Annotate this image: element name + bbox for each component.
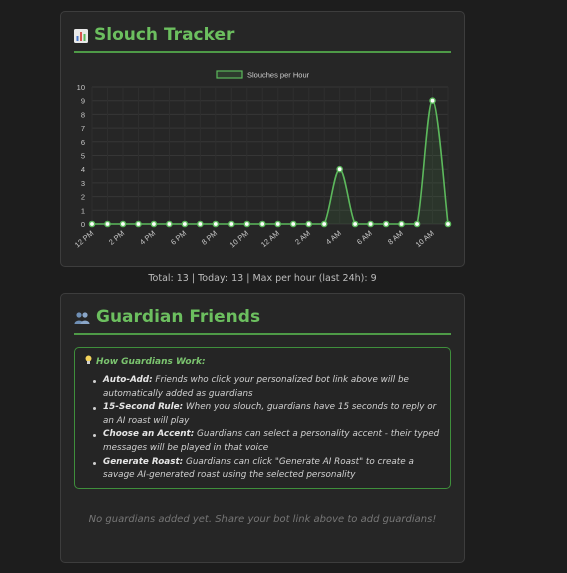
stats-total: Total: 13 (148, 273, 189, 284)
how-guardians-work-box: How Guardians Work: Auto-Add: Friends wh… (74, 347, 451, 489)
list-item: 15-Second Rule: When you slouch, guardia… (93, 401, 440, 428)
x-tick-label: 6 AM (355, 229, 374, 247)
data-point (119, 220, 127, 228)
y-tick-label: 1 (81, 206, 85, 215)
lightbulb-icon (85, 355, 92, 368)
data-point (212, 220, 220, 228)
series-area (92, 100, 448, 224)
data-point (197, 220, 204, 228)
info-title: How Guardians Work: (85, 355, 440, 368)
x-tick-label: 4 AM (324, 229, 343, 247)
slouch-tracker-card: Slouch Tracker 0 1 2 3 4 5 6 7 8 9 10 12 PM 2 PM 4 PM… (60, 11, 465, 284)
data-point (166, 220, 173, 228)
x-tick-label: 6 PM (169, 229, 188, 247)
title-divider (74, 333, 451, 335)
y-tick-label: 3 (81, 179, 85, 188)
x-tick-label: 12 PM (73, 229, 95, 250)
data-point (336, 165, 343, 173)
list-item: Generate Roast: Guardians can click "Gen… (93, 456, 440, 483)
y-tick-label: 9 (81, 97, 85, 106)
rule-label: Generate Roast: (103, 456, 184, 467)
guardian-friends-title: Guardian Friends (96, 307, 261, 327)
guardian-friends-card: Guardian Friends How Guardians Work: Aut… (60, 293, 465, 563)
data-point (150, 220, 158, 228)
data-point (320, 220, 328, 228)
stats-max: Max per hour (last 24h): 9 (252, 273, 377, 284)
x-tick-label: 10 PM (228, 229, 250, 250)
data-point (289, 220, 297, 228)
y-tick-label: 4 (81, 165, 85, 174)
rule-label: 15-Second Rule: (103, 402, 184, 413)
x-tick-label: 8 AM (386, 229, 405, 247)
no-guardians-message: No guardians added yet. Share your bot l… (88, 514, 437, 525)
guardian-rules-list: Auto-Add: Friends who click your persona… (85, 374, 440, 483)
data-point (429, 97, 436, 104)
data-point (367, 220, 374, 228)
data-point (274, 220, 282, 228)
y-tick-label: 7 (81, 124, 85, 133)
y-tick-label: 2 (81, 193, 85, 202)
x-tick-label: 12 AM (259, 229, 281, 250)
guardian-friends-heading: Guardian Friends (74, 307, 260, 327)
series-line (92, 99, 449, 225)
data-point (88, 220, 96, 228)
data-point (258, 220, 266, 228)
data-point (398, 220, 405, 228)
y-tick-label: 8 (81, 110, 85, 119)
data-point (305, 220, 312, 228)
data-point (351, 220, 359, 228)
y-tick-label: 5 (81, 152, 85, 161)
x-tick-label: 10 AM (414, 229, 436, 250)
list-item: Choose an Accent: Guardians can select a… (93, 428, 440, 455)
x-tick-label: 8 PM (200, 229, 219, 247)
y-tick-label: 10 (77, 83, 85, 92)
data-point (382, 220, 390, 228)
legend-swatch (216, 70, 243, 79)
data-point (135, 220, 142, 228)
data-point (104, 220, 111, 228)
list-item: Auto-Add: Friends who click your persona… (93, 374, 440, 401)
stats-today: Today: 13 (198, 273, 244, 284)
data-point (181, 220, 189, 228)
y-tick-label: 0 (81, 220, 85, 229)
people-icon (74, 310, 90, 324)
rule-label: Auto-Add: (103, 375, 153, 385)
stats-separator: | (188, 273, 199, 284)
x-tick-label: 4 PM (138, 229, 157, 247)
legend-label: Slouches per Hour (247, 71, 310, 80)
slouch-chart: 0 1 2 3 4 5 6 7 8 9 10 12 PM 2 PM 4 PM 6 PM 8 PM 10 PM 12… (73, 70, 452, 250)
y-tick-label: 6 (81, 138, 85, 147)
x-tick-label: 2 PM (107, 229, 126, 247)
rule-label: Choose an Accent: (103, 429, 195, 440)
data-point (444, 220, 452, 228)
info-title-text: How Guardians Work: (96, 356, 206, 367)
x-tick-label: 2 AM (293, 229, 312, 247)
stats-summary: Total: 13 | Today: 13 | Max per hour (la… (61, 273, 464, 284)
data-point (243, 220, 251, 228)
data-point (228, 220, 235, 228)
data-point (413, 220, 421, 228)
